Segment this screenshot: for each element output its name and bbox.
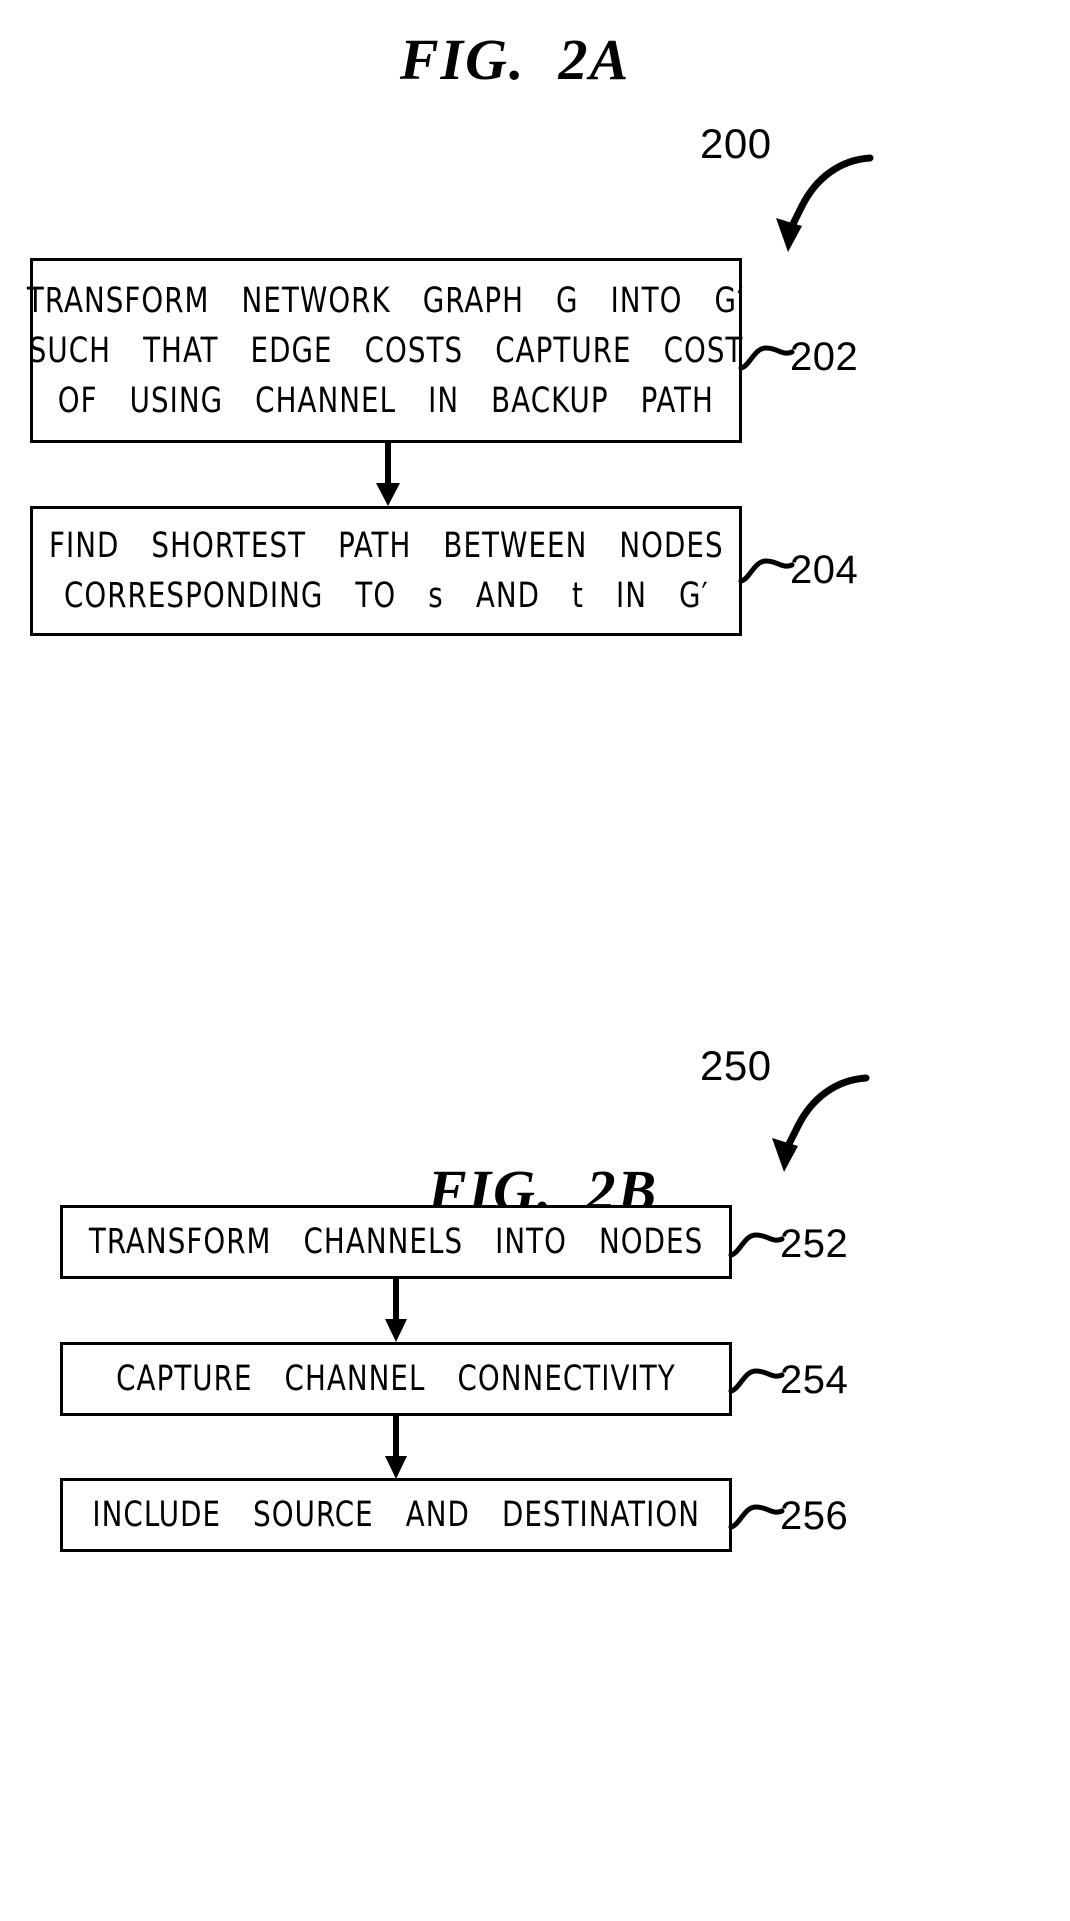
figure-reference-numeral-250: 250: [700, 1042, 772, 1089]
figure-2a-title: FIG. 2A: [399, 27, 631, 92]
flow-step-252-line-1: TRANSFORM CHANNELS INTO NODES: [88, 1222, 704, 1262]
flow-step-box-202: TRANSFORM NETWORK GRAPH G INTO G′ SUCH T…: [27, 258, 745, 443]
flow-step-box-254: CAPTURE CHANNEL CONNECTIVITY: [60, 1342, 732, 1416]
flow-step-reference-numeral-254: 254: [780, 1358, 849, 1402]
flow-step-254-line-1: CAPTURE CHANNEL CONNECTIVITY: [116, 1359, 676, 1399]
flow-arrow-down-icon-252-254: [385, 1279, 407, 1342]
flow-arrow-down-icon-254-256: [385, 1416, 407, 1479]
flow-step-202-line-2: SUCH THAT EDGE COSTS CAPTURE COST: [28, 330, 744, 371]
flow-step-reference-numeral-204: 204: [790, 548, 859, 592]
flow-step-204-line-2: CORRESPONDING TO s AND t IN G′: [63, 576, 709, 616]
flow-step-202-line-1: TRANSFORM NETWORK GRAPH G INTO G′: [27, 280, 745, 321]
flow-arrow-down-icon-202-204: [376, 443, 400, 506]
flow-step-reference-numeral-202: 202: [790, 335, 859, 379]
figure-reference-numeral-200: 200: [700, 120, 772, 167]
squiggle-leader-icon-202: [738, 345, 795, 371]
squiggle-leader-icon-254: [728, 1368, 785, 1394]
flow-step-reference-numeral-252: 252: [780, 1222, 849, 1266]
flow-step-box-252: TRANSFORM CHANNELS INTO NODES: [60, 1205, 732, 1279]
squiggle-leader-icon-252: [728, 1232, 785, 1258]
flow-step-256-line-1: INCLUDE SOURCE AND DESTINATION: [92, 1495, 700, 1535]
flow-step-204-line-1: FIND SHORTEST PATH BETWEEN NODES: [48, 526, 724, 566]
squiggle-leader-icon-204: [738, 558, 795, 584]
flow-step-202-line-3: OF USING CHANNEL IN BACKUP PATH: [57, 380, 715, 421]
flow-step-reference-numeral-256: 256: [780, 1494, 849, 1538]
flow-step-box-204: FIND SHORTEST PATH BETWEEN NODES CORRESP…: [30, 506, 742, 636]
squiggle-leader-icon-256: [728, 1504, 785, 1530]
flow-step-box-256: INCLUDE SOURCE AND DESTINATION: [60, 1478, 732, 1552]
